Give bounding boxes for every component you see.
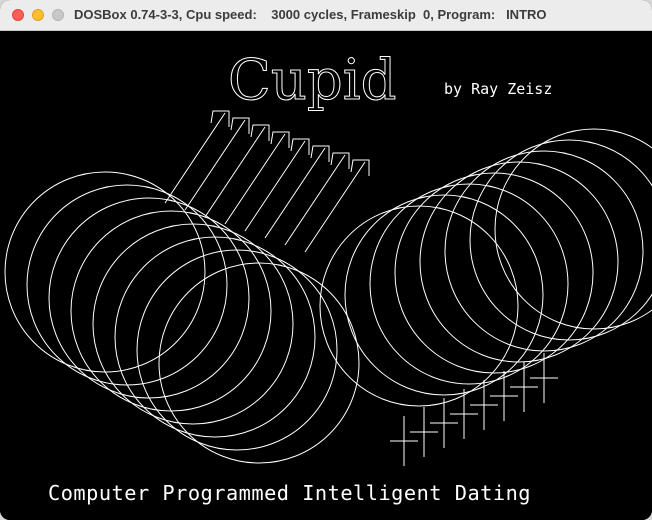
left-ring bbox=[114, 236, 316, 438]
left-ring bbox=[70, 210, 272, 412]
arrow-shaft bbox=[264, 147, 326, 239]
arrow-head bbox=[290, 138, 310, 155]
arrow-head bbox=[250, 124, 270, 141]
arrow-shaft bbox=[304, 161, 366, 253]
right-ring bbox=[444, 150, 644, 352]
game-title: Cupid bbox=[228, 48, 397, 113]
right-ring bbox=[344, 194, 544, 396]
arrow-head bbox=[210, 110, 230, 127]
right-ring bbox=[319, 205, 519, 407]
left-ring-series bbox=[4, 171, 360, 464]
close-button[interactable] bbox=[12, 9, 24, 21]
right-ring bbox=[369, 183, 569, 385]
arrow-shaft bbox=[284, 154, 346, 246]
arrow-shaft bbox=[184, 119, 246, 211]
arrow-head bbox=[230, 117, 250, 134]
right-ring bbox=[394, 172, 594, 374]
left-ring bbox=[92, 223, 294, 425]
arrow-head bbox=[330, 152, 350, 169]
arrow-shaft bbox=[244, 140, 306, 232]
right-ring bbox=[419, 161, 619, 363]
arrow-shaft bbox=[204, 126, 266, 218]
game-screen[interactable]: Cupid by Ray Zeisz Computer Programmed I… bbox=[0, 31, 652, 520]
arrow-head bbox=[270, 131, 290, 148]
cross-marks bbox=[390, 353, 558, 466]
right-ring bbox=[469, 139, 652, 341]
right-ring-series bbox=[319, 128, 652, 407]
dosbox-window: DOSBox 0.74-3-3, Cpu speed: 3000 cycles,… bbox=[0, 0, 652, 520]
window-title: DOSBox 0.74-3-3, Cpu speed: 3000 cycles,… bbox=[74, 7, 547, 22]
arrow-head bbox=[310, 145, 330, 162]
intro-graphics: Cupid by Ray Zeisz bbox=[4, 48, 652, 466]
left-ring bbox=[48, 197, 250, 399]
arrow-head bbox=[350, 159, 370, 176]
zoom-button[interactable] bbox=[52, 9, 64, 21]
title-bar[interactable]: DOSBox 0.74-3-3, Cpu speed: 3000 cycles,… bbox=[0, 0, 652, 31]
author-byline: by Ray Zeisz bbox=[444, 80, 552, 98]
tagline: Computer Programmed Intelligent Dating bbox=[48, 481, 531, 505]
minimize-button[interactable] bbox=[32, 9, 44, 21]
arrow-shaft bbox=[224, 133, 286, 225]
arrow-shaft bbox=[164, 112, 226, 204]
